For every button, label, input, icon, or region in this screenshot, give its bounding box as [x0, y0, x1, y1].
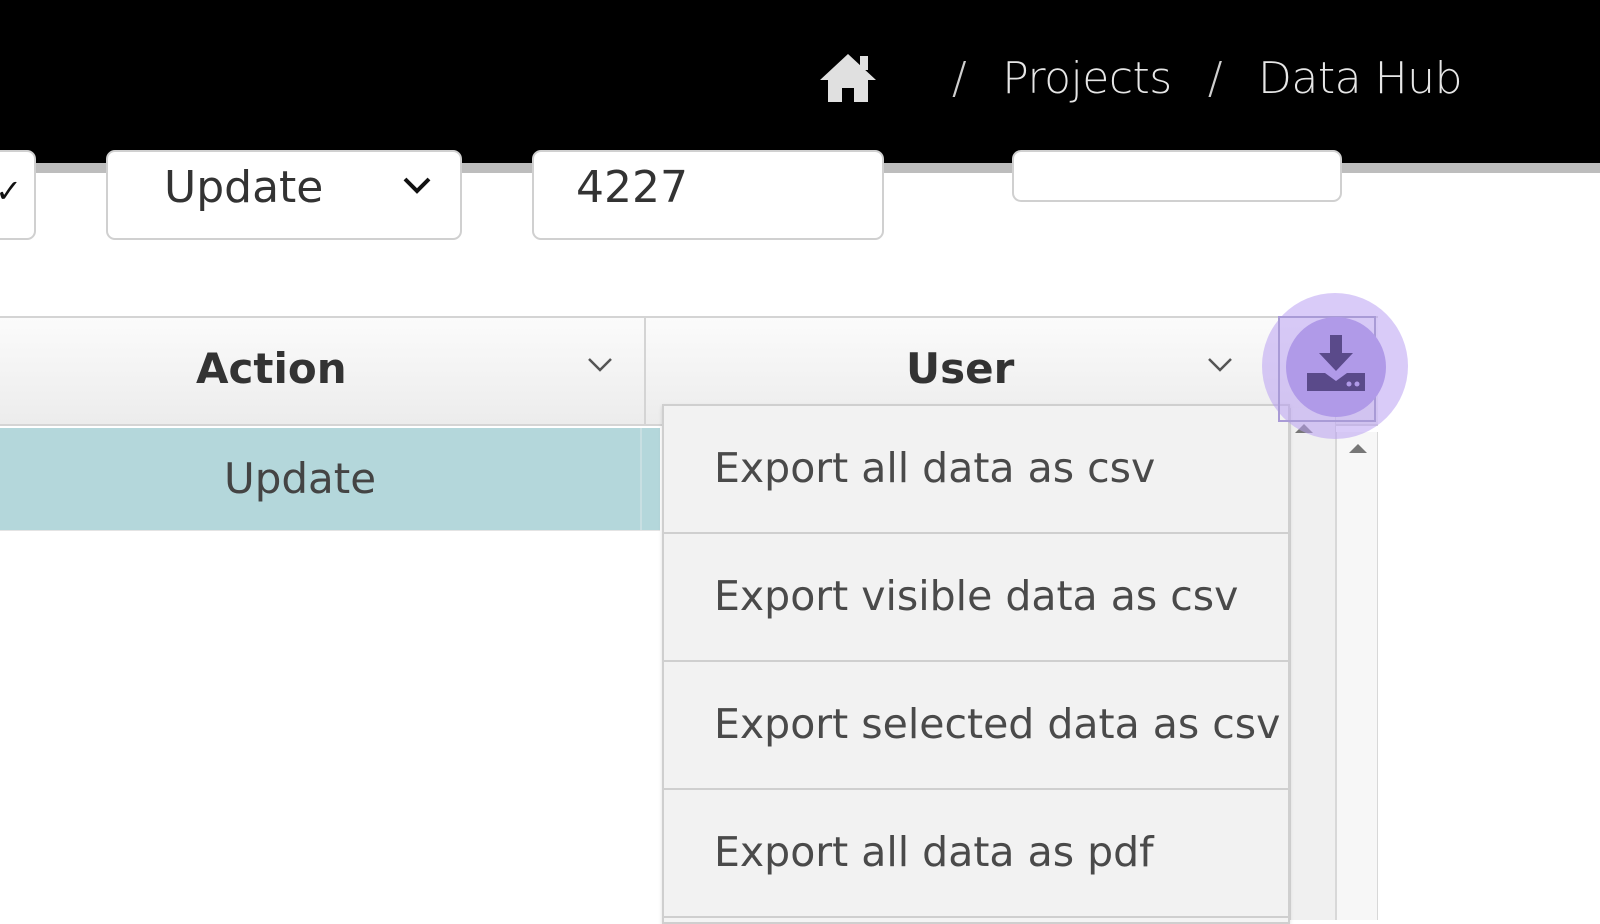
- scroll-up-icon[interactable]: [1349, 444, 1367, 453]
- menu-item-export-visible-csv[interactable]: Export visible data as csv: [664, 534, 1288, 662]
- cell-divider: [640, 428, 642, 530]
- table-row[interactable]: Update: [0, 428, 660, 531]
- top-header: / Projects / Data Hub: [0, 0, 1600, 173]
- id-filter-input[interactable]: 4227: [532, 150, 884, 240]
- home-icon[interactable]: [816, 50, 880, 106]
- breadcrumb-projects[interactable]: Projects: [1002, 53, 1172, 104]
- id-filter-value: 4227: [576, 162, 688, 213]
- export-menu: Export all data as csv Export visible da…: [662, 404, 1290, 924]
- chevron-down-icon[interactable]: [1206, 354, 1234, 376]
- filter-checkbox-select[interactable]: ✓: [0, 150, 36, 240]
- chevron-down-icon: [403, 177, 431, 194]
- menu-item-export-selected-csv[interactable]: Export selected data as csv: [664, 662, 1288, 790]
- menu-scrollbar[interactable]: [1290, 408, 1336, 920]
- chevron-down-icon[interactable]: [586, 354, 614, 376]
- menu-item-label: Export selected data as csv: [714, 700, 1281, 748]
- action-filter-value: Update: [164, 162, 324, 213]
- breadcrumb-data-hub[interactable]: Data Hub: [1258, 53, 1462, 104]
- action-filter-select[interactable]: Update: [106, 150, 462, 240]
- grid-scrollbar[interactable]: [1336, 432, 1378, 920]
- menu-item-label: Export all data as csv: [714, 444, 1156, 492]
- breadcrumb-separator: /: [1207, 52, 1223, 104]
- menu-item-label: Export visible data as csv: [714, 572, 1239, 620]
- user-filter-input[interactable]: [1012, 150, 1342, 202]
- cell-action: Update: [224, 454, 377, 503]
- breadcrumb-separator: /: [951, 52, 967, 104]
- column-title: Action: [196, 344, 347, 393]
- breadcrumb: / Projects / Data Hub: [816, 46, 1462, 110]
- column-title: User: [906, 344, 1015, 393]
- menu-item-export-all-pdf[interactable]: Export all data as pdf: [664, 790, 1288, 918]
- chevron-down-icon: ✓: [0, 172, 22, 210]
- menu-item-export-all-csv[interactable]: Export all data as csv: [664, 406, 1288, 534]
- column-header-action[interactable]: Action: [0, 318, 646, 424]
- menu-item-label: Export all data as pdf: [714, 828, 1154, 876]
- download-icon[interactable]: [1303, 333, 1369, 397]
